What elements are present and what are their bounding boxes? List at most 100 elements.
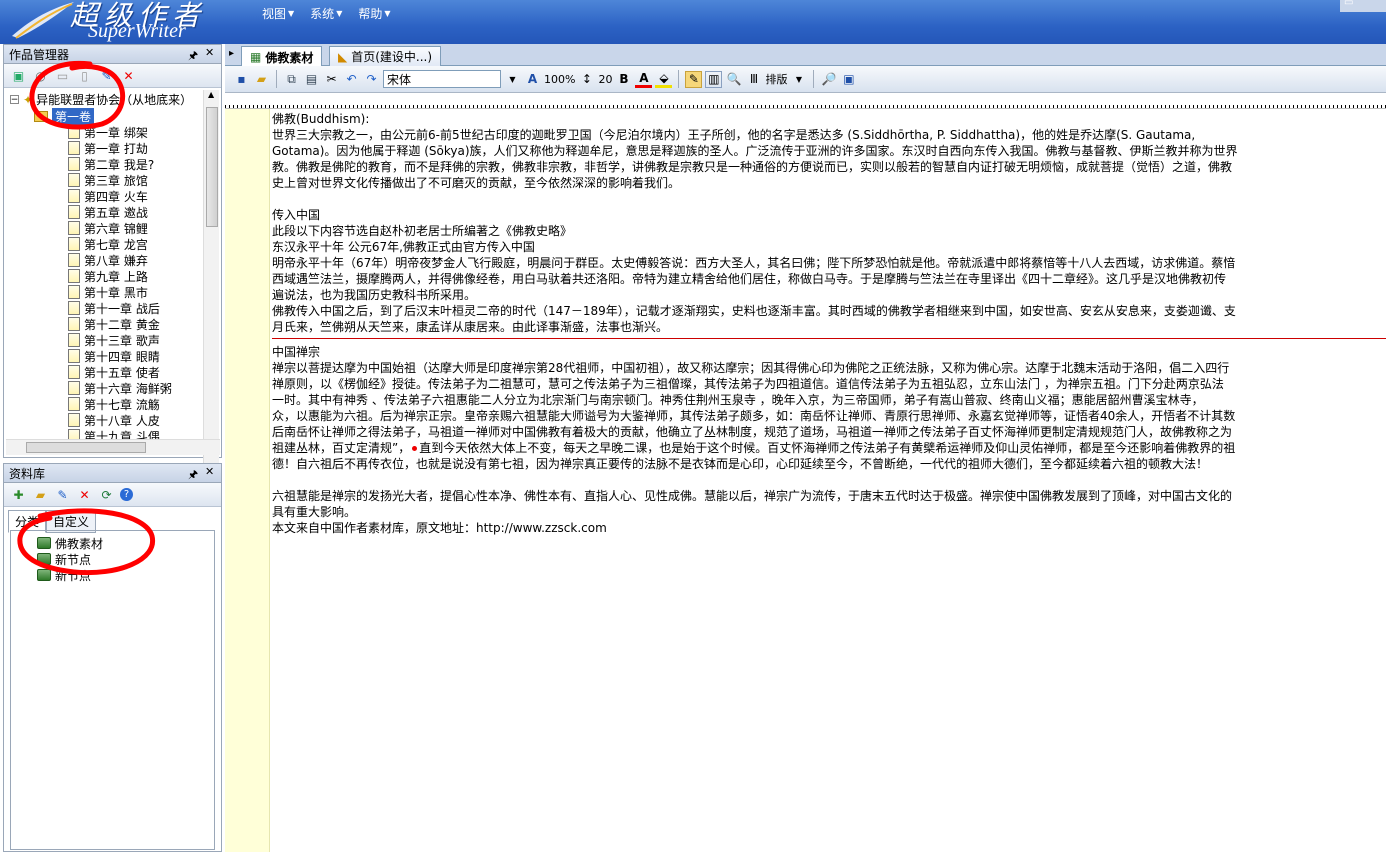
tree-root-book[interactable]: − ✦ 异能联盟者协会（从地底来）	[10, 91, 192, 108]
new-chapter-icon[interactable]: ▭	[54, 67, 71, 84]
menu-view[interactable]: 视图 ▼	[254, 4, 302, 23]
tree-chapter[interactable]: 第二章 我是?	[68, 156, 154, 172]
fullscreen-icon[interactable]: ▣	[840, 71, 857, 88]
tree-chapter[interactable]: 第十章 黑市	[68, 284, 148, 300]
columns-icon[interactable]: ▥	[705, 70, 723, 88]
pin-icon[interactable]: 🖈	[188, 47, 198, 66]
highlight-icon[interactable]: ⬙	[655, 71, 673, 88]
works-vertical-scrollbar[interactable]: ▲ ▼	[203, 90, 219, 482]
refresh-icon[interactable]: ⟳	[98, 486, 115, 503]
tree-chapter[interactable]: 第十四章 眼睛	[68, 348, 160, 364]
close-icon[interactable]: ✕	[205, 465, 214, 478]
scroll-thumb[interactable]	[206, 107, 218, 227]
tab-homepage[interactable]: ◣ 首页(建设中...)	[329, 46, 442, 66]
library-tree: 佛教素材 新节点 新节点	[10, 530, 215, 850]
add-icon[interactable]: ✚	[10, 486, 27, 503]
tree-chapter[interactable]: 第七章 龙宫	[68, 236, 148, 252]
typeset-icon[interactable]: Ⅲ	[745, 71, 762, 88]
tree-chapter[interactable]: 第十六章 海鲜粥	[68, 380, 172, 396]
restore-icon[interactable]: ▭	[1344, 0, 1353, 8]
tree-chapter[interactable]: 第三章 旅馆	[68, 172, 148, 188]
font-value: 宋体	[387, 72, 412, 87]
works-horizontal-scrollbar[interactable]	[6, 439, 220, 455]
window-controls[interactable]: ▭	[1340, 0, 1386, 12]
close-icon[interactable]: ✕	[205, 46, 214, 59]
bold-icon[interactable]: B	[615, 71, 632, 88]
tree-volume[interactable]: 第一卷	[34, 108, 95, 125]
hscroll-thumb[interactable]	[26, 442, 146, 453]
zoom-value[interactable]: 100%	[544, 73, 575, 86]
tree-node-label: 佛教素材	[55, 536, 104, 551]
preview-icon[interactable]: 🔍	[725, 71, 742, 88]
document-icon	[68, 333, 80, 347]
menu-system[interactable]: 系统 ▼	[302, 4, 350, 23]
tree-node[interactable]: 新节点	[37, 567, 91, 583]
format-toolbar: ▪ ▰ ⧉ ▤ ✂ ↶ ↷ 宋体 ▼ A 100% ↕ 20 B A ⬙ ✎ ▥…	[225, 66, 1386, 93]
tree-chapter[interactable]: 第五章 邀战	[68, 204, 148, 220]
format-icon[interactable]: ✎	[685, 70, 703, 88]
tab-scroll-icon[interactable]: ▸	[229, 48, 234, 59]
tree-chapter[interactable]: 第六章 锦鲤	[68, 220, 148, 236]
document-icon	[68, 141, 80, 155]
delete-icon[interactable]: ✕	[120, 67, 137, 84]
edit-icon[interactable]: ✎	[54, 486, 71, 503]
redo-icon[interactable]: ↷	[363, 71, 380, 88]
new-book-icon[interactable]: ▣	[10, 67, 27, 84]
edit-icon[interactable]: ✎	[98, 67, 115, 84]
document-tabs: ▸ ▦ 佛教素材 ◣ 首页(建设中...)	[225, 44, 1386, 67]
help-icon[interactable]: ?	[120, 488, 133, 501]
tree-chapter[interactable]: 第一章 绑架	[68, 124, 148, 140]
chevron-down-icon: ▼	[336, 9, 343, 18]
typeset-button[interactable]: 排版	[765, 71, 787, 87]
undo-icon[interactable]: ↶	[343, 71, 360, 88]
tree-chapter[interactable]: 第十七章 流觞	[68, 396, 160, 412]
tree-chapter[interactable]: 第十三章 歌声	[68, 332, 160, 348]
tree-chapter[interactable]: 第九章 上路	[68, 268, 148, 284]
line-spacing-icon[interactable]: ↕	[578, 71, 595, 88]
text-line: 后南岳怀让禅师之得法弟子，马祖道一禅师对中国佛教有着极大的贡献，他确立了丛林制度…	[272, 425, 1233, 439]
tree-node[interactable]: 新节点	[37, 551, 91, 567]
delete-icon[interactable]: ✕	[76, 486, 93, 503]
tree-chapter[interactable]: 第一章 打劫	[68, 140, 148, 156]
find-icon[interactable]: 🔎	[820, 71, 837, 88]
font-select[interactable]: 宋体	[383, 70, 501, 88]
tree-node[interactable]: 佛教素材	[37, 535, 103, 551]
copy-icon[interactable]: ⧉	[283, 71, 300, 88]
tab-buddhism-material[interactable]: ▦ 佛教素材	[241, 46, 323, 67]
tree-chapter-label: 第十六章 海鲜粥	[84, 381, 172, 396]
font-size-icon[interactable]: A	[524, 71, 541, 88]
document-icon	[68, 397, 80, 411]
save-icon[interactable]: ▪	[233, 71, 250, 88]
tree-chapter-label: 第四章 火车	[84, 189, 148, 204]
collapse-icon[interactable]: −	[10, 95, 19, 105]
font-color-icon[interactable]: A	[635, 71, 653, 88]
tree-chapter-label: 第十一章 战后	[84, 301, 160, 316]
new-volume-icon[interactable]: ◔	[32, 67, 49, 84]
tree-chapter[interactable]: 第八章 嫌弃	[68, 252, 148, 268]
section-chan: 中国禅宗 禅宗以菩提达摩为中国始祖（达摩大师是印度禅宗第28代祖师，中国初祖），故…	[272, 344, 1386, 536]
text-line: 禅宗以菩提达摩为中国始祖（达摩大师是印度禅宗第28代祖师，中国初祖），故又称达摩…	[272, 361, 1230, 375]
chevron-down-icon[interactable]: ▼	[504, 71, 521, 88]
open-folder-icon[interactable]: ▰	[32, 486, 49, 503]
cut-icon[interactable]: ✂	[323, 71, 340, 88]
new-doc-icon[interactable]: ▯	[76, 67, 93, 84]
text-line: 东汉永平十年 公元67年,佛教正式由官方传入中国	[272, 240, 535, 254]
tree-chapter-label: 第十五章 使者	[84, 365, 160, 380]
tree-chapter[interactable]: 第四章 火车	[68, 188, 148, 204]
tree-chapter[interactable]: 第十五章 使者	[68, 364, 160, 380]
open-icon[interactable]: ▰	[253, 71, 270, 88]
tree-chapter[interactable]: 第十二章 黄金	[68, 316, 160, 332]
line-spacing-value[interactable]: 20	[598, 73, 612, 86]
menu-help[interactable]: 帮助 ▼	[350, 4, 398, 23]
tree-chapter[interactable]: 第十八章 人皮	[68, 412, 160, 428]
scroll-up-icon[interactable]: ▲	[208, 90, 214, 99]
pin-icon[interactable]: 🖈	[188, 466, 198, 485]
document-icon	[68, 301, 80, 315]
document-editor[interactable]: 佛教(Buddhism): 世界三大宗教之一，由公元前6-前5世纪古印度的迦毗罗卫…	[272, 111, 1386, 852]
text-line: 本文来自中国作者素材库，原文地址：http://www.zzsck.com	[272, 521, 607, 535]
tree-chapter-label: 第五章 邀战	[84, 205, 148, 220]
chevron-down-icon: ▼	[288, 9, 295, 18]
paste-icon[interactable]: ▤	[303, 71, 320, 88]
tree-chapter[interactable]: 第十一章 战后	[68, 300, 160, 316]
chevron-down-icon[interactable]: ▼	[790, 71, 807, 88]
